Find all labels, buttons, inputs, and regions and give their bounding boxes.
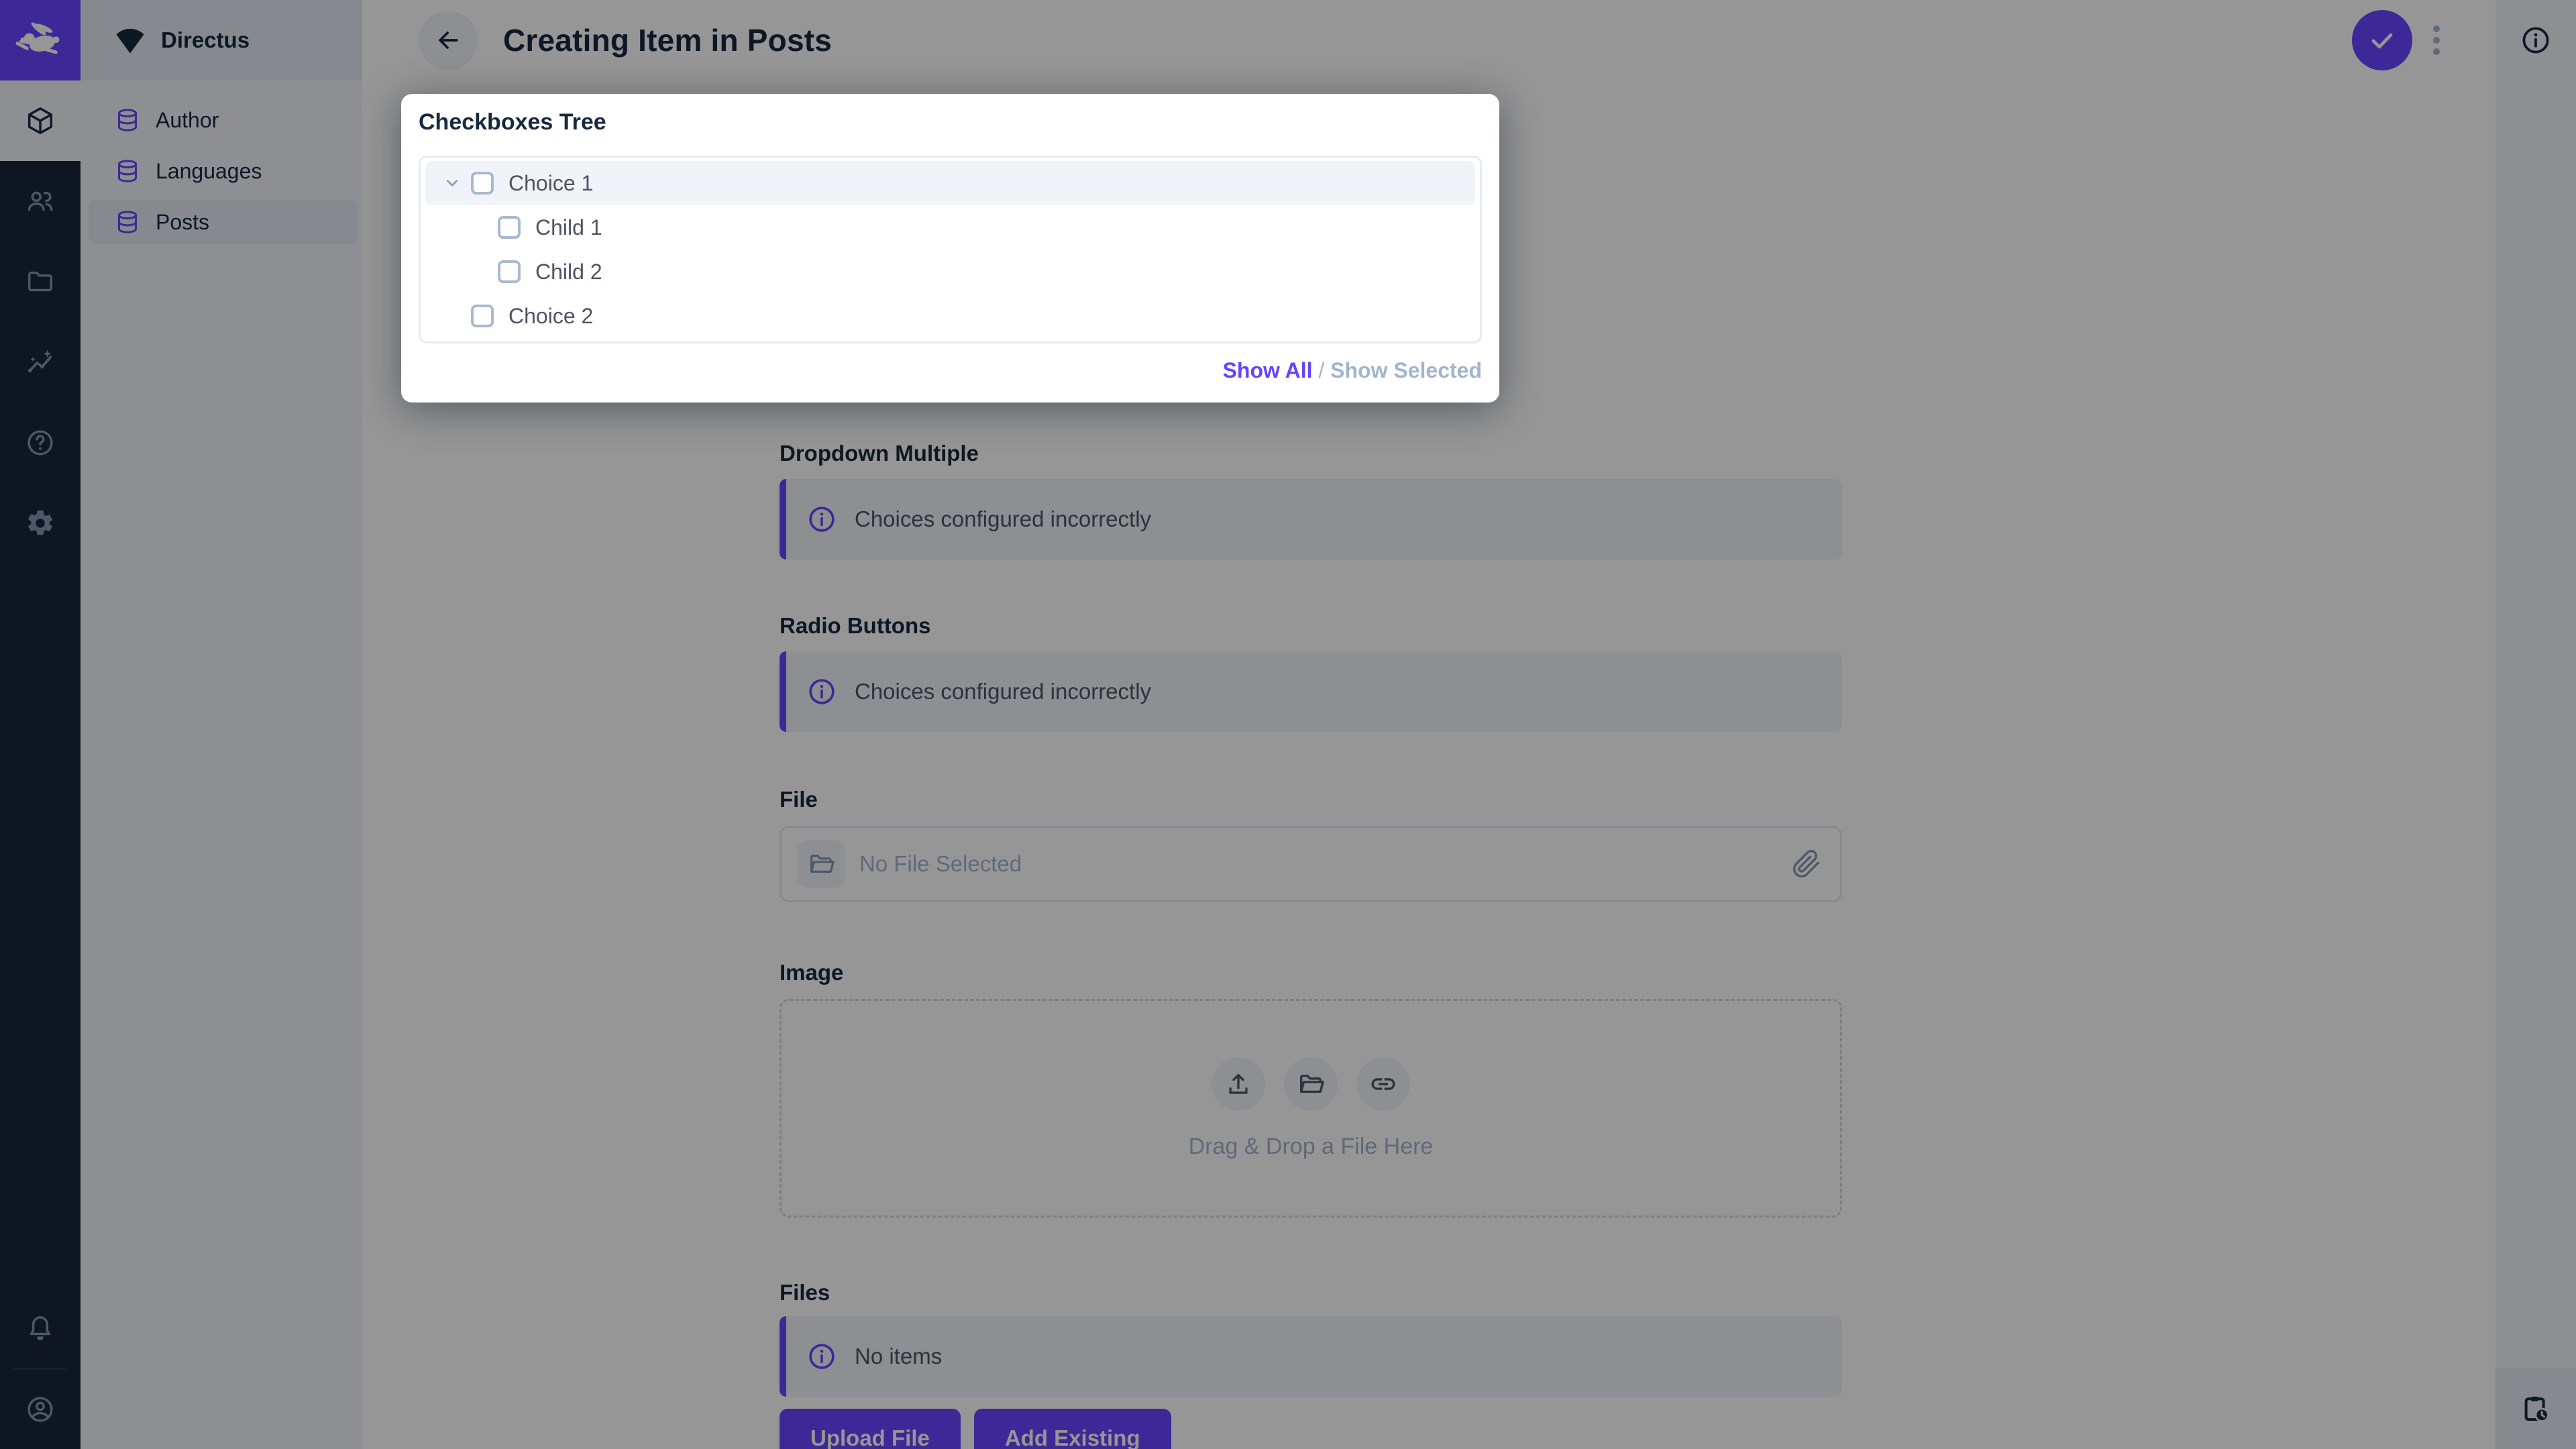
checkbox-child-2[interactable] xyxy=(498,260,521,283)
checkbox-tree: Choice 1 Child 1 Child 2 Choice 2 xyxy=(419,156,1482,343)
tree-label: Choice 2 xyxy=(508,304,593,329)
checkbox-child-1[interactable] xyxy=(498,216,521,239)
popup-title: Checkboxes Tree xyxy=(419,94,1482,136)
checkbox-choice-1[interactable] xyxy=(471,172,494,195)
tree-label: Choice 1 xyxy=(508,171,593,196)
tree-footer: Show All / Show Selected xyxy=(419,358,1482,383)
footer-separator: / xyxy=(1318,358,1330,382)
tree-row-choice-1[interactable]: Choice 1 xyxy=(425,161,1475,205)
tree-row-choice-2[interactable]: Choice 2 xyxy=(425,294,1475,338)
directus-app: Directus Author Languages xyxy=(0,0,2576,1449)
tree-row-child-1[interactable]: Child 1 xyxy=(425,205,1475,250)
tree-label: Child 2 xyxy=(535,260,602,284)
checkbox-choice-2[interactable] xyxy=(471,305,494,327)
tree-label: Child 1 xyxy=(535,215,602,240)
show-all-link[interactable]: Show All xyxy=(1223,358,1313,382)
show-selected-link[interactable]: Show Selected xyxy=(1330,358,1482,382)
tree-row-child-2[interactable]: Child 2 xyxy=(425,250,1475,294)
chevron-down-icon[interactable] xyxy=(441,172,471,194)
checkboxes-tree-popup: Checkboxes Tree Choice 1 Child 1 Child 2 xyxy=(401,94,1499,402)
